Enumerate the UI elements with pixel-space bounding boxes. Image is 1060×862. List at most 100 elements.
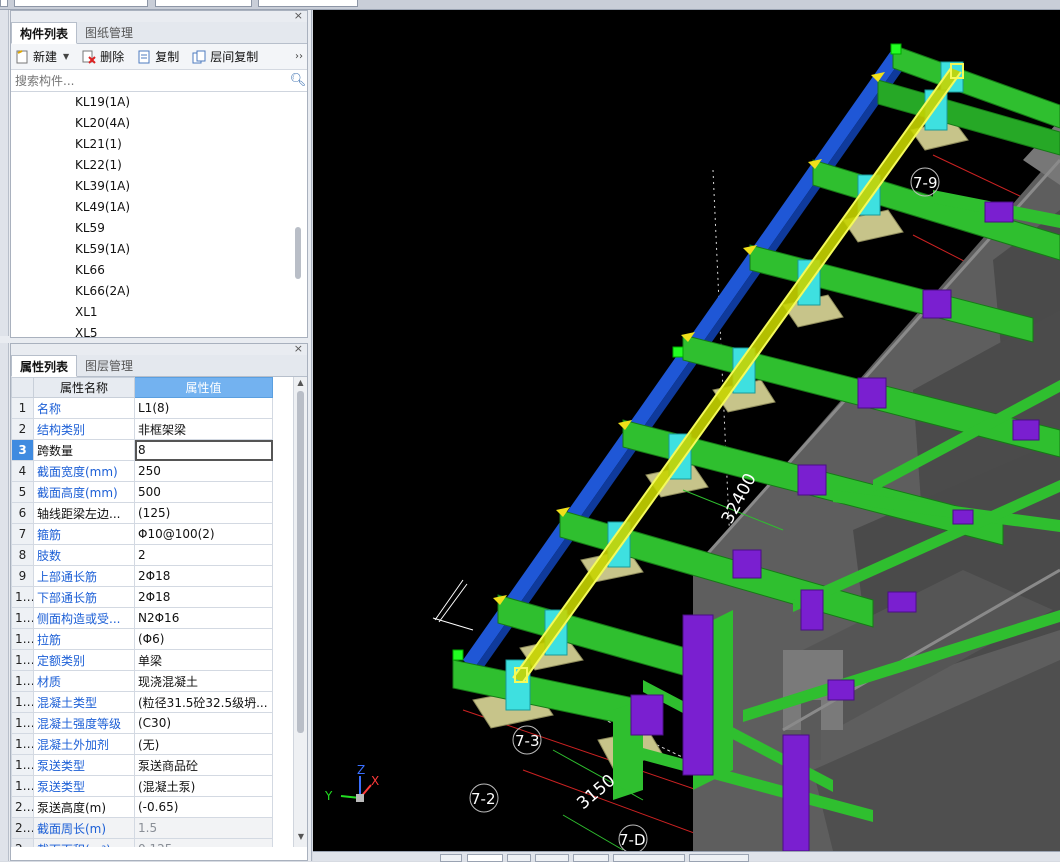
component-list-item[interactable]: XL5 bbox=[11, 323, 307, 340]
property-row[interactable]: 13 定额类别 单梁 bbox=[11, 649, 273, 671]
tab-component-list[interactable]: 构件列表 bbox=[11, 22, 78, 44]
toolbar-dropdown[interactable] bbox=[14, 0, 148, 7]
row-number: 4 bbox=[11, 460, 34, 482]
toolbar-dropdown[interactable] bbox=[155, 0, 252, 7]
property-row[interactable]: 12 拉筋 (Φ6) bbox=[11, 628, 273, 650]
component-list-item[interactable]: KL66 bbox=[11, 260, 307, 281]
property-name: 截面面积(m²) bbox=[33, 838, 135, 847]
property-row[interactable]: 8 肢数 2 bbox=[11, 544, 273, 566]
tab-property-list[interactable]: 属性列表 bbox=[11, 355, 78, 377]
tab-layer-management[interactable]: 图层管理 bbox=[77, 355, 141, 376]
property-row[interactable]: 4 截面宽度(mm) 250 bbox=[11, 460, 273, 482]
close-icon[interactable]: × bbox=[294, 342, 303, 355]
property-row[interactable]: 2 结构类别 非框架梁 bbox=[11, 418, 273, 440]
property-value[interactable]: (-0.65) bbox=[134, 796, 273, 818]
property-value[interactable]: 1.5 bbox=[134, 817, 273, 839]
property-value[interactable]: 2 bbox=[134, 544, 273, 566]
grid-scrollbar[interactable]: ▲ ▼ bbox=[293, 377, 307, 847]
toolbar-dropdown[interactable] bbox=[258, 0, 358, 7]
axis-y-label: Y bbox=[324, 789, 333, 803]
search-icon[interactable]: 🔍︎ bbox=[289, 73, 307, 88]
property-value[interactable]: L1(8) bbox=[134, 397, 273, 419]
property-name-header: 属性名称 bbox=[33, 377, 135, 398]
floor-copy-button[interactable]: 层间复制 bbox=[192, 48, 258, 65]
property-value[interactable]: (125) bbox=[134, 502, 273, 524]
copy-icon bbox=[137, 50, 151, 64]
property-name: 名称 bbox=[33, 397, 135, 419]
property-value[interactable]: (混凝土泵) bbox=[134, 775, 273, 797]
property-name: 定额类别 bbox=[33, 649, 135, 671]
scroll-thumb[interactable] bbox=[297, 391, 304, 733]
property-value[interactable]: 单梁 bbox=[134, 649, 273, 671]
search-input[interactable] bbox=[11, 70, 289, 91]
property-value[interactable]: (Φ6) bbox=[134, 628, 273, 650]
property-value[interactable]: (C30) bbox=[134, 712, 273, 734]
property-value[interactable]: 非框架梁 bbox=[134, 418, 273, 440]
more-tools-icon[interactable]: ›› bbox=[295, 51, 303, 62]
property-row[interactable]: 7 箍筋 Φ10@100(2) bbox=[11, 523, 273, 545]
property-row[interactable]: 1 名称 L1(8) bbox=[11, 397, 273, 419]
component-list-item[interactable]: KL21(1) bbox=[11, 134, 307, 155]
list-scrollbar[interactable] bbox=[295, 227, 301, 279]
property-value[interactable]: 250 bbox=[134, 460, 273, 482]
delete-icon bbox=[82, 50, 96, 64]
tab-drawing-management[interactable]: 图纸管理 bbox=[77, 22, 141, 43]
scroll-up-icon[interactable]: ▲ bbox=[294, 377, 307, 389]
new-button[interactable]: 新建 ▼ bbox=[15, 48, 69, 65]
row-number-header bbox=[11, 377, 34, 398]
close-icon[interactable]: × bbox=[294, 9, 303, 22]
property-row[interactable]: 3 跨数量 8 bbox=[11, 439, 273, 461]
component-list-item[interactable]: KL39(1A) bbox=[11, 176, 307, 197]
copy-button[interactable]: 复制 bbox=[137, 48, 179, 65]
row-number: 22 bbox=[11, 838, 34, 847]
property-name: 轴线距梁左边... bbox=[33, 502, 135, 524]
component-list-item[interactable]: KL22(1) bbox=[11, 155, 307, 176]
component-list-item[interactable]: KL59(1A) bbox=[11, 239, 307, 260]
property-grid: 属性名称 属性值 1 名称 L1(8) 2 结构类别 非框架梁 3 跨数量 8 4 截面宽度(mm)… bbox=[11, 377, 307, 847]
property-row[interactable]: 20 泵送高度(m) (-0.65) bbox=[11, 796, 273, 818]
property-row[interactable]: 9 上部通长筋 2Φ18 bbox=[11, 565, 273, 587]
property-row[interactable]: 15 混凝土类型 (粒径31.5砼32.5级坍... bbox=[11, 691, 273, 713]
row-number: 1 bbox=[11, 397, 34, 419]
component-list-item[interactable]: KL59 bbox=[11, 218, 307, 239]
dropdown-arrow-icon[interactable]: ▼ bbox=[63, 52, 69, 61]
property-value[interactable]: 0.125 bbox=[134, 838, 273, 847]
property-value[interactable]: 8 bbox=[134, 439, 273, 461]
row-number: 13 bbox=[11, 649, 34, 671]
property-value[interactable]: 现浇混凝土 bbox=[134, 670, 273, 692]
property-row[interactable]: 21 截面周长(m) 1.5 bbox=[11, 817, 273, 839]
structure-3d-view[interactable]: 7-9 7-3 7-2 7-D 32400 3150 Z Y X bbox=[313, 10, 1060, 851]
property-value[interactable]: (无) bbox=[134, 733, 273, 755]
component-list-item[interactable]: KL19(1A) bbox=[11, 92, 307, 113]
property-row[interactable]: 10 下部通长筋 2Φ18 bbox=[11, 586, 273, 608]
property-name: 肢数 bbox=[33, 544, 135, 566]
component-list-item[interactable]: KL66(2A) bbox=[11, 281, 307, 302]
row-number: 12 bbox=[11, 628, 34, 650]
delete-button[interactable]: 删除 bbox=[82, 48, 124, 65]
property-row[interactable]: 16 混凝土强度等级 (C30) bbox=[11, 712, 273, 734]
property-row[interactable]: 17 混凝土外加剂 (无) bbox=[11, 733, 273, 755]
property-row[interactable]: 6 轴线距梁左边... (125) bbox=[11, 502, 273, 524]
new-file-icon bbox=[15, 49, 29, 64]
row-number: 2 bbox=[11, 418, 34, 440]
property-value[interactable]: 500 bbox=[134, 481, 273, 503]
property-value[interactable]: (粒径31.5砼32.5级坍... bbox=[134, 691, 273, 713]
property-name: 侧面构造或受... bbox=[33, 607, 135, 629]
component-list-item[interactable]: KL49(1A) bbox=[11, 197, 307, 218]
property-value[interactable]: 2Φ18 bbox=[134, 586, 273, 608]
property-row[interactable]: 11 侧面构造或受... N2Φ16 bbox=[11, 607, 273, 629]
property-value[interactable]: 泵送商品砼 bbox=[134, 754, 273, 776]
property-row[interactable]: 18 泵送类型 泵送商品砼 bbox=[11, 754, 273, 776]
component-list-item[interactable]: KL20(4A) bbox=[11, 113, 307, 134]
3d-viewport[interactable]: 7-9 7-3 7-2 7-D 32400 3150 Z Y X bbox=[313, 10, 1060, 851]
property-row[interactable]: 5 截面高度(mm) 500 bbox=[11, 481, 273, 503]
toolbar-box[interactable] bbox=[0, 0, 8, 7]
scroll-down-icon[interactable]: ▼ bbox=[294, 831, 307, 843]
property-value[interactable]: Φ10@100(2) bbox=[134, 523, 273, 545]
property-row[interactable]: 14 材质 现浇混凝土 bbox=[11, 670, 273, 692]
property-value[interactable]: 2Φ18 bbox=[134, 565, 273, 587]
property-row[interactable]: 22截面面积(m²)0.125 bbox=[11, 838, 273, 847]
property-value[interactable]: N2Φ16 bbox=[134, 607, 273, 629]
component-list-item[interactable]: XL1 bbox=[11, 302, 307, 323]
property-row[interactable]: 19 泵送类型 (混凝土泵) bbox=[11, 775, 273, 797]
